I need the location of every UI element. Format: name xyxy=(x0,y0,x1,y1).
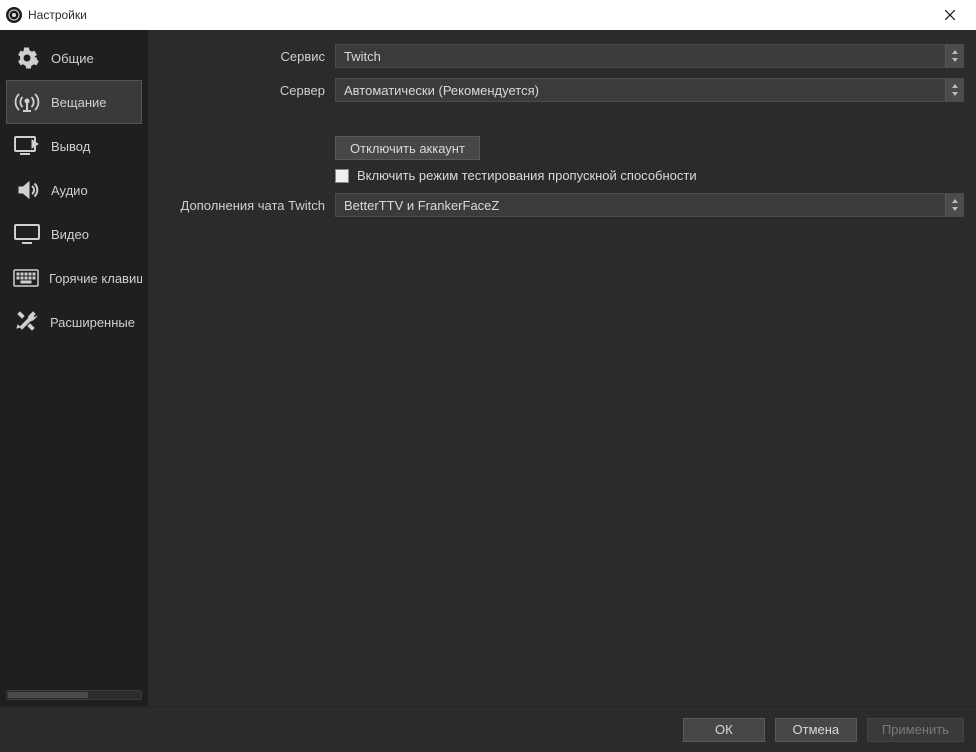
sidebar-item-stream[interactable]: Вещание xyxy=(6,80,142,124)
broadcast-icon xyxy=(13,90,41,114)
tools-icon xyxy=(13,310,40,334)
sidebar-item-general[interactable]: Общие xyxy=(6,36,142,80)
disconnect-account-button[interactable]: Отключить аккаунт xyxy=(335,136,480,160)
service-value: Twitch xyxy=(336,45,945,67)
chevron-updown-icon xyxy=(945,79,963,101)
output-icon xyxy=(13,135,41,157)
sidebar: Общие Вещание Вывод Аудио xyxy=(0,30,148,706)
audio-icon xyxy=(13,178,41,202)
dialog-footer: ОК Отмена Применить xyxy=(0,706,976,752)
apply-button[interactable]: Применить xyxy=(867,718,964,742)
addons-label: Дополнения чата Twitch xyxy=(160,198,335,213)
sidebar-item-output[interactable]: Вывод xyxy=(6,124,142,168)
twitch-addons-combo[interactable]: BetterTTV и FrankerFaceZ xyxy=(335,193,964,217)
ok-button[interactable]: ОК xyxy=(683,718,765,742)
chevron-updown-icon xyxy=(945,45,963,67)
sidebar-item-advanced[interactable]: Расширенные xyxy=(6,300,142,344)
titlebar: Настройки xyxy=(0,0,976,30)
service-label: Сервис xyxy=(160,49,335,64)
sidebar-item-label: Горячие клавиши xyxy=(49,271,142,286)
cancel-button[interactable]: Отмена xyxy=(775,718,857,742)
server-label: Сервер xyxy=(160,83,335,98)
chevron-updown-icon xyxy=(945,194,963,216)
sidebar-scrollbar[interactable] xyxy=(6,690,142,700)
settings-content: Сервис Twitch Сервер Автоматически (Реко… xyxy=(148,30,976,706)
sidebar-item-label: Вывод xyxy=(51,139,90,154)
monitor-icon xyxy=(13,223,41,245)
sidebar-item-label: Расширенные xyxy=(50,315,135,330)
app-icon xyxy=(6,7,22,23)
bandwidth-test-checkbox[interactable] xyxy=(335,169,349,183)
sidebar-item-hotkeys[interactable]: Горячие клавиши xyxy=(6,256,142,300)
sidebar-item-label: Общие xyxy=(51,51,94,66)
addons-value: BetterTTV и FrankerFaceZ xyxy=(336,194,945,216)
window-title: Настройки xyxy=(28,8,87,22)
gear-icon xyxy=(13,46,41,70)
sidebar-item-audio[interactable]: Аудио xyxy=(6,168,142,212)
server-value: Автоматически (Рекомендуется) xyxy=(336,79,945,101)
sidebar-item-label: Видео xyxy=(51,227,89,242)
sidebar-item-label: Аудио xyxy=(51,183,88,198)
sidebar-item-video[interactable]: Видео xyxy=(6,212,142,256)
bandwidth-test-label: Включить режим тестирования пропускной с… xyxy=(357,168,697,183)
sidebar-item-label: Вещание xyxy=(51,95,107,110)
keyboard-icon xyxy=(13,269,39,287)
service-combo[interactable]: Twitch xyxy=(335,44,964,68)
server-combo[interactable]: Автоматически (Рекомендуется) xyxy=(335,78,964,102)
close-button[interactable] xyxy=(930,1,970,29)
